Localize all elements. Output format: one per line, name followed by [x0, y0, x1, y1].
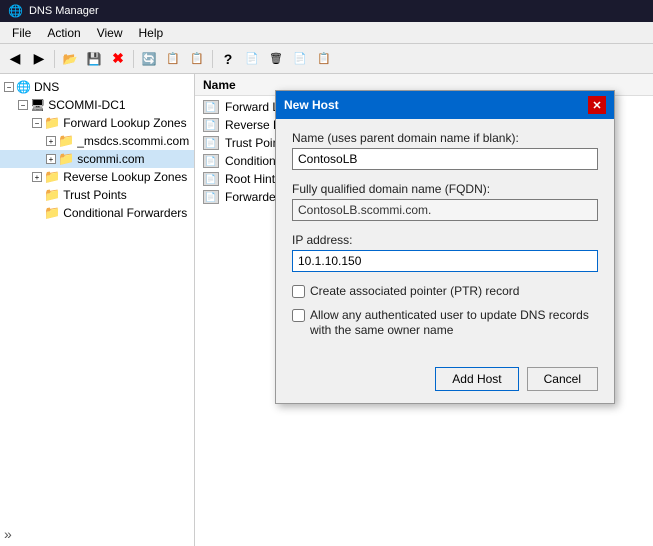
fqdn-label: Fully qualified domain name (FQDN):	[292, 182, 598, 196]
fqdn-value: ContosoLB.scommi.com.	[292, 199, 598, 221]
auth-checkbox[interactable]	[292, 309, 305, 322]
name-label: Name (uses parent domain name if blank):	[292, 131, 598, 145]
new-host-dialog: New Host ✕ Name (uses parent domain name…	[275, 90, 615, 404]
dialog-title: New Host	[284, 98, 339, 112]
ptr-checkbox[interactable]	[292, 285, 305, 298]
add-host-button[interactable]: Add Host	[435, 367, 518, 391]
ip-label: IP address:	[292, 233, 598, 247]
auth-checkbox-label: Allow any authenticated user to update D…	[310, 308, 598, 339]
ptr-checkbox-row: Create associated pointer (PTR) record	[292, 284, 598, 300]
ip-input[interactable]	[292, 250, 598, 272]
cancel-button[interactable]: Cancel	[527, 367, 598, 391]
ptr-checkbox-label: Create associated pointer (PTR) record	[310, 284, 519, 300]
modal-overlay: New Host ✕ Name (uses parent domain name…	[0, 0, 653, 546]
name-input[interactable]	[292, 148, 598, 170]
dialog-body: Name (uses parent domain name if blank):…	[276, 119, 614, 359]
dialog-close-button[interactable]: ✕	[588, 96, 606, 114]
ip-field-group: IP address:	[292, 233, 598, 272]
dialog-footer: Add Host Cancel	[276, 359, 614, 403]
auth-checkbox-row: Allow any authenticated user to update D…	[292, 308, 598, 339]
name-field-group: Name (uses parent domain name if blank):	[292, 131, 598, 170]
dialog-titlebar: New Host ✕	[276, 91, 614, 119]
fqdn-field-group: Fully qualified domain name (FQDN): Cont…	[292, 182, 598, 221]
